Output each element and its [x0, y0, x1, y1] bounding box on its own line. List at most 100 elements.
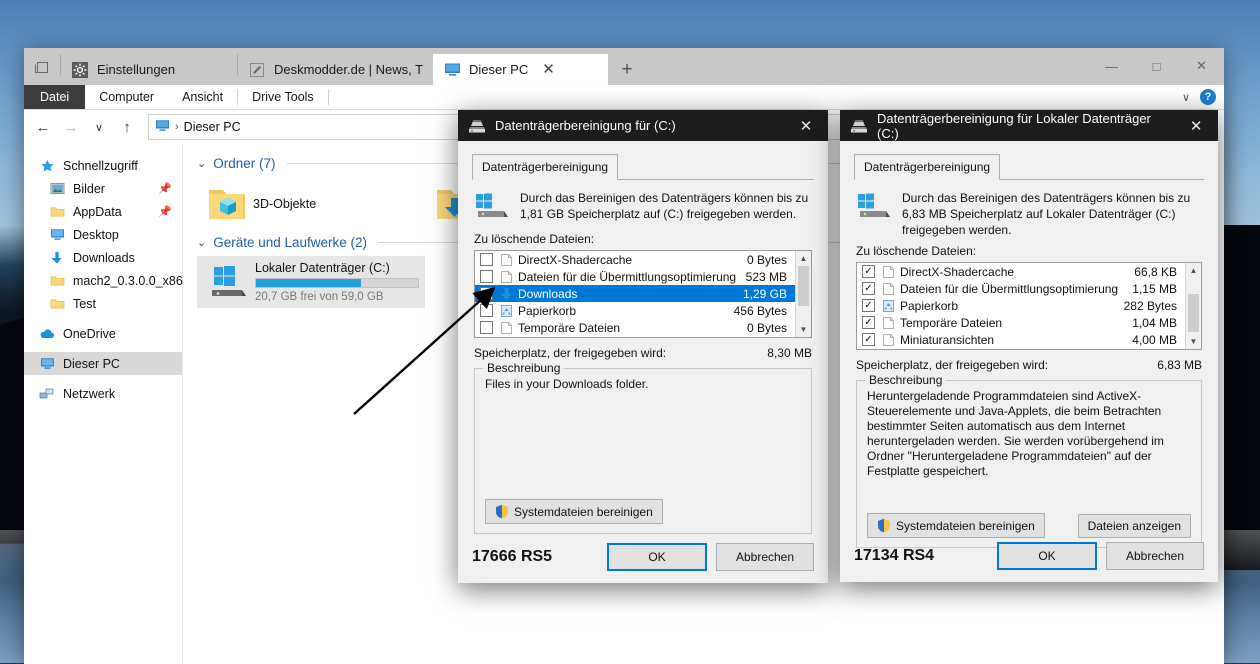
- tab-einstellungen[interactable]: Einstellungen: [61, 54, 237, 85]
- sidebar-item-dieser-pc[interactable]: Dieser PC: [24, 352, 182, 375]
- checkbox[interactable]: [480, 304, 493, 317]
- chevron-down-icon[interactable]: ∨: [1182, 91, 1190, 104]
- tab-datentraegerbereinigung[interactable]: Datenträgerbereinigung: [854, 154, 1001, 180]
- maximize-button[interactable]: □: [1134, 48, 1179, 84]
- clean-system-files-button[interactable]: Systemdateien bereinigen: [485, 499, 663, 524]
- new-tab-button[interactable]: +: [608, 54, 646, 85]
- sidebar-item-schnellzugriff[interactable]: Schnellzugriff: [24, 154, 182, 177]
- checkbox[interactable]: ✓: [862, 333, 875, 346]
- checkbox[interactable]: [480, 321, 493, 334]
- checkbox[interactable]: ✓: [862, 265, 875, 278]
- recent-locations-button[interactable]: ∨: [86, 114, 112, 140]
- ribbon-tab-datei[interactable]: Datei: [24, 85, 86, 109]
- tab-datentraegerbereinigung[interactable]: Datenträgerbereinigung: [472, 154, 619, 180]
- ribbon-divider: [327, 89, 329, 105]
- scroll-down-icon[interactable]: ▼: [796, 322, 811, 337]
- scroll-down-icon[interactable]: ▼: [1186, 334, 1201, 349]
- ok-button[interactable]: OK: [997, 542, 1097, 570]
- sidebar-item-netzwerk[interactable]: Netzwerk: [24, 382, 182, 405]
- ribbon-tab-ansicht[interactable]: Ansicht: [168, 85, 237, 109]
- cleanup-list-row[interactable]: ✓ Dateien für die Übermittlungsoptimierun…: [857, 280, 1185, 297]
- close-icon[interactable]: ✕: [1174, 110, 1218, 141]
- pin-icon[interactable]: 📌: [158, 182, 172, 195]
- sidebar-item-desktop[interactable]: Desktop: [24, 223, 182, 246]
- cleanup-item-size: 282 Bytes: [1123, 298, 1177, 313]
- scroll-up-icon[interactable]: ▲: [796, 251, 811, 266]
- back-button[interactable]: ←: [30, 114, 56, 140]
- footer-buttons: OK Abbrechen: [997, 542, 1204, 570]
- close-icon[interactable]: ✕: [784, 110, 828, 141]
- folder-icon: [48, 296, 66, 312]
- scrollbar-track[interactable]: [796, 306, 811, 322]
- pin-icon[interactable]: 📌: [158, 205, 172, 218]
- cleanup-list-row[interactable]: Papierkorb 456 Bytes: [475, 302, 795, 319]
- dialog-title-bar: Datenträgerbereinigung für Lokaler Daten…: [840, 110, 1218, 141]
- file-icon: [500, 253, 513, 267]
- list-scrollbar[interactable]: ▲ ▼: [1185, 263, 1201, 349]
- up-button[interactable]: ↑: [114, 114, 140, 140]
- ribbon-tab-drive-tools[interactable]: Drive Tools: [238, 85, 328, 109]
- folder-icon: [48, 204, 66, 220]
- shield-icon: [877, 518, 891, 533]
- help-icon[interactable]: ?: [1200, 89, 1216, 105]
- scroll-up-icon[interactable]: ▲: [1186, 263, 1201, 278]
- cleanup-list-row[interactable]: DirectX-Shadercache 0 Bytes: [475, 251, 795, 268]
- checkbox[interactable]: [480, 270, 493, 283]
- tab-list-icon[interactable]: [24, 49, 60, 85]
- chevron-down-icon[interactable]: ⌄: [197, 236, 206, 249]
- drive-info: Lokaler Datenträger (C:) 20,7 GB frei vo…: [255, 261, 419, 303]
- cleanup-item-size: 523 MB: [745, 269, 787, 284]
- close-icon[interactable]: ✕: [542, 62, 555, 77]
- sidebar-item-onedrive[interactable]: OneDrive: [24, 322, 182, 345]
- cleanup-list-row[interactable]: ✓ Temporäre Dateien 1,04 MB: [857, 314, 1185, 331]
- checkbox[interactable]: ✓: [862, 282, 875, 295]
- scrollbar-track[interactable]: [1186, 278, 1201, 294]
- sidebar-item-label: OneDrive: [63, 326, 116, 341]
- cleanup-list-row[interactable]: ✓ Papierkorb 282 Bytes: [857, 297, 1185, 314]
- group-title: Ordner (7): [213, 156, 276, 171]
- tab-deskmodder[interactable]: Deskmodder.de | News, Tip: [238, 54, 433, 85]
- list-scrollbar[interactable]: ▲ ▼: [795, 251, 811, 337]
- checkbox[interactable]: [480, 287, 493, 300]
- cleanup-item-name: Miniaturansichten: [900, 332, 995, 347]
- cleanup-list-row[interactable]: ✓ Miniaturansichten 4,00 MB: [857, 331, 1185, 348]
- sidebar-item-appdata[interactable]: AppData 📌: [24, 200, 182, 223]
- files-list-left[interactable]: DirectX-Shadercache 0 Bytes Dateien für di…: [474, 250, 812, 338]
- scrollbar-thumb[interactable]: [1188, 294, 1199, 332]
- cleanup-list-row[interactable]: Downloads 1,29 GB: [475, 285, 795, 302]
- drive-tile-c[interactable]: Lokaler Datenträger (C:) 20,7 GB frei vo…: [197, 256, 425, 308]
- chevron-down-icon[interactable]: ⌄: [197, 157, 206, 170]
- ok-button[interactable]: OK: [607, 543, 707, 571]
- forward-button[interactable]: →: [58, 114, 84, 140]
- sidebar-item-bilder[interactable]: Bilder 📌: [24, 177, 182, 200]
- description-legend: Beschreibung: [865, 373, 947, 387]
- edit-icon: [248, 61, 266, 79]
- windows-drive-icon: [856, 192, 892, 222]
- close-button[interactable]: ✕: [1179, 48, 1224, 84]
- scrollbar-thumb[interactable]: [798, 266, 809, 306]
- sidebar-item-mach2[interactable]: mach2_0.3.0.0_x86: [24, 269, 183, 292]
- sidebar-item-label: Bilder: [73, 181, 105, 196]
- tab-dieser-pc[interactable]: Dieser PC ✕: [433, 54, 608, 85]
- cancel-button[interactable]: Abbrechen: [1106, 542, 1204, 570]
- checkbox[interactable]: ✓: [862, 316, 875, 329]
- tile-3d-objekte[interactable]: 3D-Objekte: [197, 177, 425, 231]
- network-icon: [38, 386, 56, 402]
- minimize-button[interactable]: —: [1089, 48, 1134, 84]
- file-icon: [882, 333, 895, 347]
- checkbox[interactable]: [480, 253, 493, 266]
- cleanup-list-row[interactable]: Dateien für die Übermittlungsoptimierung…: [475, 268, 795, 285]
- dialog-tab-bar: Datenträgerbereinigung: [854, 153, 1204, 180]
- ribbon-tab-computer[interactable]: Computer: [85, 85, 168, 109]
- sidebar-item-test[interactable]: Test: [24, 292, 182, 315]
- sidebar-item-downloads[interactable]: Downloads: [24, 246, 182, 269]
- cleanup-list-row[interactable]: Temporäre Dateien 0 Bytes: [475, 319, 795, 336]
- total-row: Speicherplatz, der freigegeben wird: 8,3…: [474, 346, 812, 360]
- cleanup-list-row[interactable]: ✓ DirectX-Shadercache 66,8 KB: [857, 263, 1185, 280]
- cancel-button[interactable]: Abbrechen: [716, 543, 814, 571]
- files-list-right[interactable]: ✓ DirectX-Shadercache 66,8 KB ✓ Dateien für …: [856, 262, 1202, 350]
- checkbox[interactable]: ✓: [862, 299, 875, 312]
- shield-icon: [495, 504, 509, 519]
- files-list-rows: DirectX-Shadercache 0 Bytes Dateien für di…: [475, 251, 795, 337]
- monitor-icon: [443, 61, 461, 79]
